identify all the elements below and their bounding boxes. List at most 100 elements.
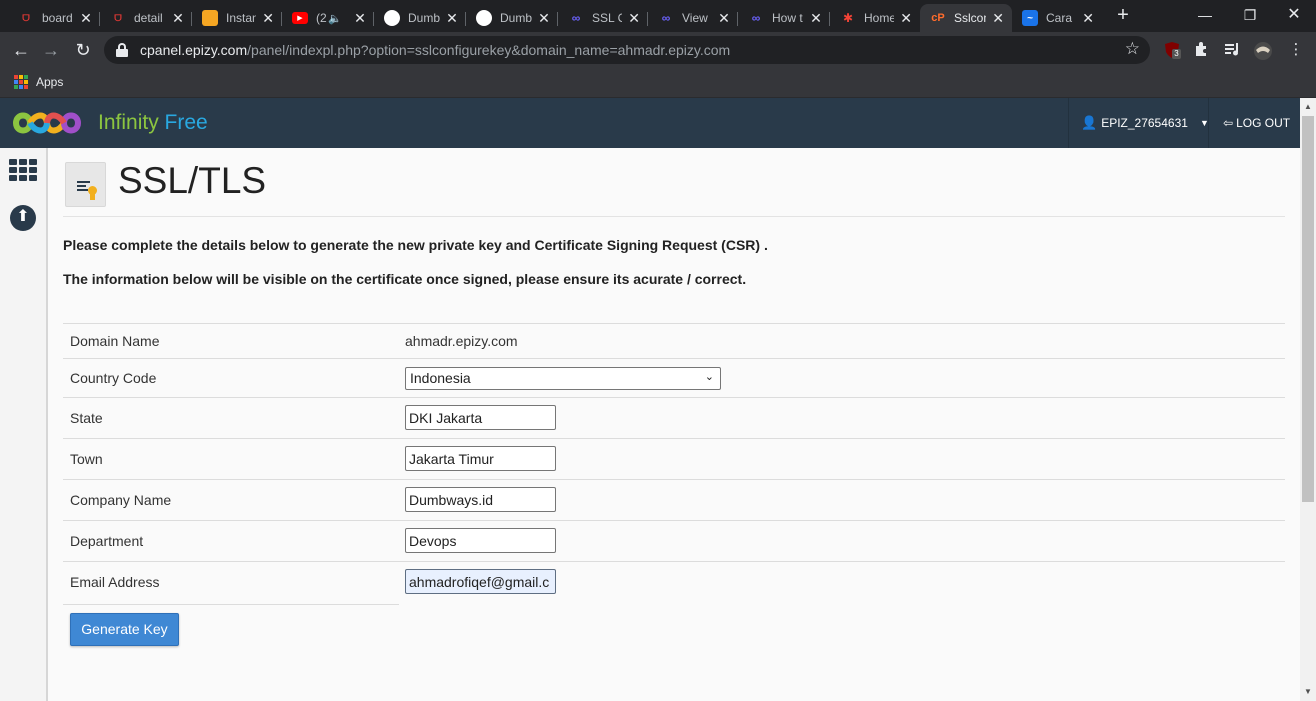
tools-grid-icon[interactable]: [9, 159, 37, 183]
domain-name-value: ahmadr.epizy.com: [405, 333, 518, 349]
state-input[interactable]: [405, 405, 556, 430]
reload-icon[interactable]: ↻: [71, 38, 95, 62]
joomla-favicon-icon: ✱: [842, 11, 854, 25]
user-account-menu[interactable]: 👤 EPIZ_27654631 ▼: [1068, 98, 1209, 148]
town-label: Town: [70, 451, 103, 467]
close-tab-icon[interactable]: ✕: [354, 10, 366, 27]
browser-tab[interactable]: Dumb ✕: [374, 4, 466, 32]
form-row-email: Email Address: [63, 561, 1285, 603]
github-favicon-icon: [384, 10, 400, 26]
sidebar: ⬆: [0, 148, 48, 701]
browser-tab-active[interactable]: cP Sslcon ✕: [920, 4, 1012, 32]
browser-tab[interactable]: Dumb ✕: [466, 4, 558, 32]
close-window-button[interactable]: ✕: [1271, 0, 1316, 30]
site-header: Infinity Free 👤 EPIZ_27654631 ▼ ⇦ LOG OU…: [0, 98, 1300, 148]
domain-name-label: Domain Name: [70, 333, 160, 349]
restore-window-button[interactable]: ❐: [1227, 0, 1273, 30]
scroll-down-arrow-icon[interactable]: ▼: [1300, 685, 1316, 699]
infinityfree-favicon-icon: ∞: [661, 11, 671, 25]
intro-text: Please complete the details below to gen…: [63, 237, 768, 253]
brand-name[interactable]: Infinity Free: [98, 111, 208, 135]
csr-form: Domain Name ahmadr.epizy.com Country Cod…: [63, 323, 1285, 603]
close-tab-icon[interactable]: ✕: [628, 10, 640, 27]
form-row-department: Department: [63, 520, 1285, 561]
form-row-company: Company Name: [63, 479, 1285, 520]
generate-key-button[interactable]: Generate Key: [70, 613, 179, 646]
close-tab-icon[interactable]: ✕: [1082, 10, 1094, 27]
user-icon: 👤: [1081, 115, 1098, 130]
extensions-puzzle-icon[interactable]: [1193, 41, 1211, 59]
email-address-label: Email Address: [70, 574, 160, 590]
browser-toolbar: ← → ↻ cpanel.epizy.com/panel/indexpl.php…: [0, 32, 1316, 68]
close-tab-icon[interactable]: ✕: [992, 10, 1004, 27]
close-tab-icon[interactable]: ✕: [900, 10, 912, 27]
close-tab-icon[interactable]: ✕: [810, 10, 822, 27]
close-tab-icon[interactable]: ✕: [80, 10, 92, 27]
chrome-menu-icon[interactable]: ⋮: [1287, 41, 1305, 59]
forward-arrow-icon[interactable]: →: [39, 38, 63, 62]
close-tab-icon[interactable]: ✕: [446, 10, 458, 27]
audio-playing-icon[interactable]: 🔈: [328, 12, 342, 25]
page-title: SSL/TLS: [118, 160, 267, 201]
scrollbar-thumb[interactable]: [1302, 116, 1314, 502]
dumbways-favicon-icon: ᗜ: [22, 12, 30, 23]
browser-tab[interactable]: ᗜ detail ✕: [100, 4, 192, 32]
intro-note: The information below will be visible on…: [63, 271, 747, 287]
close-tab-icon[interactable]: ✕: [262, 10, 274, 27]
scroll-up-arrow-icon[interactable]: ▲: [1300, 100, 1316, 114]
browser-tab[interactable]: ᗜ board ✕: [8, 4, 100, 32]
blog-favicon-icon: ~: [1022, 10, 1038, 26]
apps-grid-icon[interactable]: [14, 75, 28, 89]
country-code-label: Country Code: [70, 370, 157, 386]
certificate-icon: [65, 162, 106, 207]
country-code-select[interactable]: Indonesia ⌄: [405, 367, 721, 390]
minimize-window-button[interactable]: —: [1182, 0, 1228, 30]
form-row-town: Town: [63, 438, 1285, 479]
logout-button[interactable]: ⇦ LOG OUT: [1208, 98, 1300, 148]
browser-tab[interactable]: ∞ SSL C ✕: [558, 4, 648, 32]
infinityfree-logo-icon[interactable]: [12, 106, 82, 140]
browser-tab[interactable]: ~ Cara I ✕: [1012, 4, 1102, 32]
bookmarks-bar: Apps: [0, 68, 1316, 98]
chevron-down-icon: ⌄: [704, 371, 714, 383]
form-row-country: Country Code Indonesia ⌄: [63, 358, 1285, 397]
town-input[interactable]: [405, 446, 556, 471]
username-label: EPIZ_27654631: [1101, 116, 1188, 130]
browser-tab[interactable]: ✱ Home ✕: [830, 4, 920, 32]
ublock-badge: 3: [1172, 49, 1181, 59]
close-tab-icon[interactable]: ✕: [172, 10, 184, 27]
dumbways-favicon-icon: ᗜ: [114, 12, 122, 23]
form-row-domain: Domain Name ahmadr.epizy.com: [63, 323, 1285, 358]
back-arrow-icon[interactable]: ←: [9, 38, 33, 62]
close-tab-icon[interactable]: ✕: [538, 10, 550, 27]
bookmark-star-icon[interactable]: ☆: [1125, 39, 1140, 59]
close-tab-icon[interactable]: ✕: [718, 10, 730, 27]
sign-out-icon: ⇦: [1223, 116, 1234, 130]
divider: [63, 604, 399, 605]
state-label: State: [70, 410, 103, 426]
main-content: SSL/TLS Please complete the details belo…: [48, 148, 1300, 701]
company-name-input[interactable]: [405, 487, 556, 512]
form-row-state: State: [63, 397, 1285, 438]
ublock-extension-icon[interactable]: 3: [1163, 41, 1181, 59]
logout-label: LOG OUT: [1236, 116, 1291, 130]
cpanel-favicon-icon: cP: [931, 12, 945, 24]
url-path: /panel/indexpl.php?option=sslconfigureke…: [247, 42, 731, 58]
apps-bookmark[interactable]: Apps: [36, 75, 63, 89]
new-tab-button[interactable]: +: [1113, 5, 1133, 26]
address-bar[interactable]: cpanel.epizy.com/panel/indexpl.php?optio…: [104, 36, 1150, 64]
browser-tab[interactable]: ∞ How t ✕: [738, 4, 830, 32]
browser-tab[interactable]: Instan ✕: [192, 4, 282, 32]
page-scrollbar[interactable]: ▲ ▼: [1300, 98, 1316, 701]
upload-icon[interactable]: ⬆: [10, 205, 36, 231]
infinityfree-favicon-icon: ∞: [571, 11, 581, 25]
profile-avatar-icon[interactable]: [1253, 41, 1273, 60]
department-input[interactable]: [405, 528, 556, 553]
media-controls-icon[interactable]: [1223, 41, 1241, 59]
browser-tab-strip: ᗜ board ✕ ᗜ detail ✕ Instan ✕ ▶ (2 🔈 ✕ D…: [0, 0, 1316, 32]
browser-tab[interactable]: ∞ View ✕: [648, 4, 738, 32]
box-favicon-icon: [202, 10, 218, 26]
browser-tab[interactable]: ▶ (2 🔈 ✕: [282, 4, 374, 32]
github-favicon-icon: [476, 10, 492, 26]
email-address-input[interactable]: [405, 569, 556, 594]
